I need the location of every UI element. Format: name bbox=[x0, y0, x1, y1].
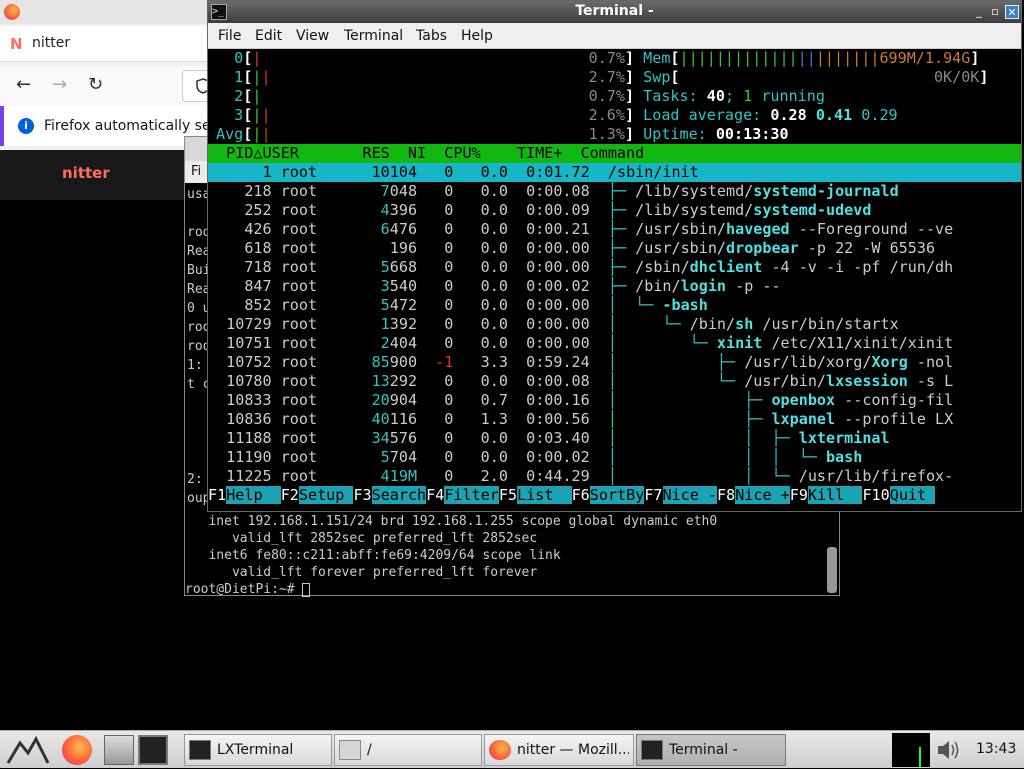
lx-output-line: valid_lft forever preferred_lft forever bbox=[185, 565, 538, 580]
lx-output-line: valid_lft 2852sec preferred_lft 2852sec bbox=[185, 531, 538, 546]
close-icon[interactable]: ✕ bbox=[1005, 5, 1019, 19]
firefox-window: N nitter ← → ↻ i Firefox automatically s… bbox=[0, 0, 210, 200]
maximize-icon[interactable]: ▫ bbox=[988, 5, 1002, 19]
terminal-title: Terminal - bbox=[575, 3, 654, 19]
process-row[interactable]: 10833 root 20904 0 0.7 0:00.16 │ ├─ open… bbox=[208, 391, 953, 410]
process-row[interactable]: 252 root 4396 0 0.0 0:00.09 ├─ /lib/syst… bbox=[208, 201, 871, 220]
nitter-brand[interactable]: nitter bbox=[62, 164, 110, 182]
firefox-tab-nitter[interactable]: N nitter bbox=[0, 26, 210, 62]
nitter-tab-icon: N bbox=[10, 35, 23, 53]
fkey-f6[interactable]: F6SortBy bbox=[572, 486, 645, 504]
cpu-monitor-graph[interactable] bbox=[892, 733, 930, 767]
info-icon: i bbox=[18, 118, 34, 134]
process-row[interactable]: 11190 root 5704 0 0.0 0:00.02 │ │ │ └─ b… bbox=[208, 448, 862, 467]
process-row[interactable]: 852 root 5472 0 0.0 0:00.00 │ └─ -bash bbox=[208, 296, 708, 315]
taskbar-label: Terminal - bbox=[669, 742, 738, 758]
taskbar-button-firefox[interactable]: nitter — Mozill... bbox=[484, 734, 634, 766]
htop-meter-row: 2[| 0.7%] Tasks: 40; 1 running bbox=[216, 87, 825, 105]
terminal-window: >_ Terminal - _ ▫ ✕ File Edit View Termi… bbox=[207, 0, 1022, 512]
text-cursor bbox=[302, 582, 311, 597]
menu-tabs[interactable]: Tabs bbox=[416, 28, 447, 44]
forward-icon[interactable]: → bbox=[52, 74, 67, 95]
fkey-f8[interactable]: F8Nice + bbox=[717, 486, 790, 504]
taskbar-button-lxterminal[interactable]: LXTerminal bbox=[184, 734, 332, 766]
fkey-f7[interactable]: F7Nice - bbox=[644, 486, 718, 504]
volume-icon[interactable] bbox=[936, 738, 962, 766]
file-manager-launcher-icon[interactable] bbox=[104, 735, 134, 765]
htop-meter-row: 1[|| 2.7%] Swp[ 0K/0K] bbox=[216, 68, 989, 86]
taskbar-button-folder[interactable]: / bbox=[334, 734, 482, 766]
process-row[interactable]: 11225 root 419M 0 2.0 0:44.29 │ │ └─ /us… bbox=[208, 467, 953, 486]
fkey-f2[interactable]: F2Setup bbox=[281, 486, 354, 504]
folder-icon bbox=[339, 740, 361, 760]
lx-output-line: inet 192.168.1.151/24 brd 192.168.1.255 … bbox=[185, 514, 718, 529]
process-row[interactable]: 426 root 6476 0 0.0 0:00.21 ├─ /usr/sbin… bbox=[208, 220, 953, 239]
tab-title: nitter bbox=[32, 35, 71, 51]
notification-text: Firefox automatically sen bbox=[44, 118, 210, 134]
firefox-navbar: ← → ↻ bbox=[0, 66, 210, 106]
taskbar-label: / bbox=[367, 742, 372, 758]
start-menu-icon[interactable] bbox=[6, 735, 50, 765]
clock[interactable]: 13:43 bbox=[976, 741, 1016, 757]
process-row[interactable]: 10729 root 1392 0 0.0 0:00.00 │ └─ /bin/… bbox=[208, 315, 899, 334]
htop-meter-row: 0[| 0.7%] Mem[||||||||||||||||||||||699M… bbox=[216, 49, 980, 67]
fkey-f5[interactable]: F5List bbox=[499, 486, 572, 504]
firefox-notification-bar: i Firefox automatically sen bbox=[0, 106, 210, 146]
cpu-spike bbox=[919, 747, 921, 767]
fkey-f1[interactable]: F1Help bbox=[208, 486, 281, 504]
minimize-icon[interactable]: _ bbox=[972, 5, 986, 19]
menu-edit[interactable]: Edit bbox=[255, 28, 282, 44]
process-row[interactable]: 10836 root 40116 0 1.3 0:00.56 │ ├─ lxpa… bbox=[208, 410, 953, 429]
htop-column-header[interactable]: PID△USER RES NI CPU% TIME+ Command bbox=[208, 144, 1021, 163]
lxterminal-menu-fi: Fi bbox=[191, 164, 202, 179]
lxterminal-scrollbar[interactable] bbox=[827, 547, 837, 593]
menu-view[interactable]: View bbox=[296, 28, 329, 44]
htop-function-bar: F1Help F2Setup F3SearchF4FilterF5List F6… bbox=[208, 486, 936, 505]
process-row[interactable]: 718 root 5668 0 0.0 0:00.00 ├─ /sbin/dhc… bbox=[208, 258, 953, 277]
process-row[interactable]: 10780 root 13292 0 0.0 0:00.08 │ └─ /usr… bbox=[208, 372, 953, 391]
firefox-icon bbox=[489, 740, 511, 760]
htop-meter-row: 3[|| 2.6%] Load average: 0.28 0.41 0.29 bbox=[216, 106, 898, 124]
process-row[interactable]: 10752 root 85900 -1 3.3 0:59.24 │ ├─ /us… bbox=[208, 353, 953, 372]
lx-output-line: root@DietPi:~# bbox=[185, 581, 717, 598]
terminal-titlebar[interactable]: >_ Terminal - _ ▫ ✕ bbox=[208, 1, 1021, 23]
process-row[interactable]: 618 root 196 0 0.0 0:00.00 ├─ /usr/sbin/… bbox=[208, 239, 935, 258]
nitter-page: nitter bbox=[0, 150, 210, 200]
menu-terminal[interactable]: Terminal bbox=[344, 28, 403, 44]
process-row[interactable]: 218 root 7048 0 0.0 0:00.08 ├─ /lib/syst… bbox=[208, 182, 898, 201]
firefox-titlebar bbox=[0, 0, 210, 24]
terminal-launcher-icon[interactable] bbox=[138, 735, 168, 765]
process-row[interactable]: 847 root 3540 0 0.0 0:00.02 ├─ /bin/logi… bbox=[208, 277, 780, 296]
firefox-launcher-icon[interactable] bbox=[62, 735, 92, 765]
menu-help[interactable]: Help bbox=[461, 28, 493, 44]
taskbar-label: LXTerminal bbox=[217, 742, 294, 758]
fkey-f9[interactable]: F9Kill bbox=[790, 486, 863, 504]
htop-screen[interactable]: 0[| 0.7%] Mem[||||||||||||||||||||||699M… bbox=[208, 49, 1021, 511]
process-row[interactable]: 1 root 10104 0 0.0 0:01.72 /sbin/init bbox=[208, 163, 1021, 182]
lxterminal-output: inet 192.168.1.151/24 brd 192.168.1.255 … bbox=[185, 513, 717, 598]
fkey-f3[interactable]: F3Search bbox=[353, 486, 427, 504]
back-icon[interactable]: ← bbox=[16, 74, 31, 95]
htop-meter-row: Avg[|| 1.3%] Uptime: 00:13:30 bbox=[216, 125, 789, 143]
menu-file[interactable]: File bbox=[218, 28, 241, 44]
reload-icon[interactable]: ↻ bbox=[88, 74, 103, 95]
taskbar: LXTerminal / nitter — Mozill... Terminal… bbox=[0, 730, 1024, 768]
fkey-f10[interactable]: F10Quit bbox=[862, 486, 936, 504]
taskbar-button-terminal[interactable]: Terminal - bbox=[636, 734, 786, 766]
lx-output-line: inet6 fe80::c211:abff:fe69:4209/64 scope… bbox=[185, 548, 561, 563]
firefox-icon bbox=[4, 4, 20, 20]
process-row[interactable]: 10751 root 2404 0 0.0 0:00.00 │ └─ xinit… bbox=[208, 334, 953, 353]
process-row[interactable]: 11188 root 34576 0 0.0 0:03.40 │ │ ├─ lx… bbox=[208, 429, 889, 448]
taskbar-label: nitter — Mozill... bbox=[517, 742, 629, 758]
terminal-menubar: File Edit View Terminal Tabs Help bbox=[208, 23, 1021, 49]
url-bar[interactable] bbox=[182, 70, 210, 102]
terminal-icon bbox=[189, 740, 211, 760]
terminal-icon bbox=[641, 740, 663, 760]
fkey-f4[interactable]: F4Filter bbox=[426, 486, 499, 504]
